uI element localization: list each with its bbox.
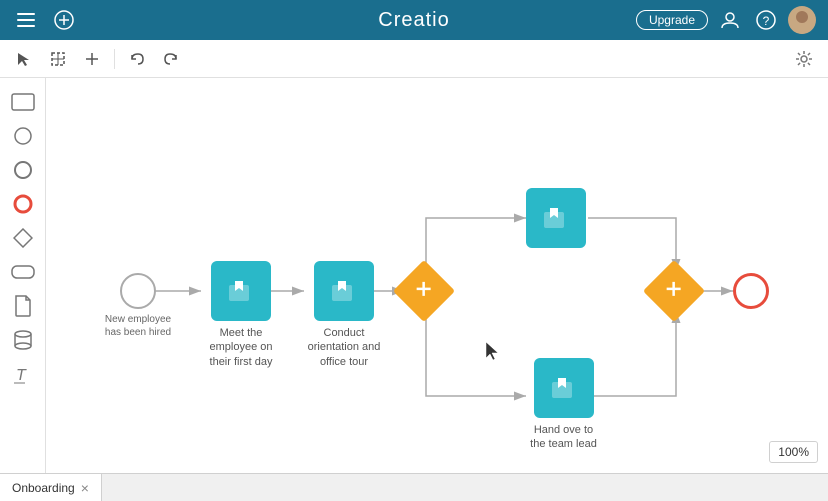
task4-box bbox=[534, 358, 594, 418]
shape-document[interactable] bbox=[9, 292, 37, 320]
task2-node[interactable]: Conduct orientation and office tour bbox=[304, 261, 384, 369]
left-sidebar: T bbox=[0, 78, 46, 473]
task3-node[interactable] bbox=[526, 188, 586, 248]
start-label: New employee has been hired bbox=[103, 313, 173, 339]
settings-button[interactable] bbox=[790, 45, 818, 73]
gateway2-shape bbox=[643, 260, 705, 322]
start-event[interactable]: New employee has been hired bbox=[103, 273, 173, 339]
shape-diamond[interactable] bbox=[9, 224, 37, 252]
shape-circle-outline[interactable] bbox=[9, 122, 37, 150]
end-circle-shape bbox=[733, 273, 769, 309]
app-title: Creatio bbox=[378, 9, 449, 31]
shape-text[interactable]: T bbox=[9, 360, 37, 388]
shape-circle-filled[interactable] bbox=[9, 156, 37, 184]
task3-box bbox=[526, 188, 586, 248]
task4-node[interactable]: Hand ove to the team lead bbox=[526, 358, 601, 452]
task1-node[interactable]: Meet the employee on their first day bbox=[201, 261, 281, 369]
undo-button[interactable] bbox=[123, 45, 151, 73]
canvas[interactable]: New employee has been hired Meet the emp… bbox=[46, 78, 828, 473]
cursor-indicator bbox=[484, 340, 504, 369]
toolbar bbox=[0, 40, 828, 78]
user-avatar[interactable] bbox=[788, 6, 816, 34]
svg-text:?: ? bbox=[763, 14, 770, 28]
add-icon[interactable] bbox=[50, 6, 78, 34]
hand-tool[interactable] bbox=[78, 45, 106, 73]
start-circle-shape bbox=[120, 273, 156, 309]
shape-rectangle[interactable] bbox=[9, 88, 37, 116]
task1-box bbox=[211, 261, 271, 321]
task1-label: Meet the employee on their first day bbox=[201, 326, 281, 369]
tab-onboarding[interactable]: Onboarding × bbox=[0, 474, 102, 501]
topbar: Creatio Upgrade ? bbox=[0, 0, 828, 40]
svg-text:T: T bbox=[16, 367, 27, 384]
bottom-tabs: Onboarding × bbox=[0, 473, 828, 501]
zoom-indicator: 100% bbox=[769, 441, 818, 463]
help-icon[interactable]: ? bbox=[752, 6, 780, 34]
end-event[interactable] bbox=[733, 273, 769, 309]
shape-rounded-rect[interactable] bbox=[9, 258, 37, 286]
tab-label: Onboarding bbox=[12, 481, 75, 495]
task2-label: Conduct orientation and office tour bbox=[304, 326, 384, 369]
gateway2-icon bbox=[665, 280, 683, 303]
user-icon[interactable] bbox=[716, 6, 744, 34]
gateway1-icon bbox=[415, 280, 433, 303]
redo-button[interactable] bbox=[157, 45, 185, 73]
gateway1-shape bbox=[393, 260, 455, 322]
gateway2-node[interactable] bbox=[652, 269, 696, 313]
task4-label: Hand ove to the team lead bbox=[526, 423, 601, 452]
tab-close-button[interactable]: × bbox=[81, 480, 89, 496]
shape-circle-red[interactable] bbox=[9, 190, 37, 218]
main-area: T bbox=[0, 78, 828, 473]
task2-box bbox=[314, 261, 374, 321]
upgrade-button[interactable]: Upgrade bbox=[636, 10, 708, 30]
menu-icon[interactable] bbox=[12, 6, 40, 34]
toolbar-separator bbox=[114, 49, 115, 69]
gateway1-node[interactable] bbox=[402, 269, 446, 313]
zoom-level: 100% bbox=[778, 445, 809, 459]
shape-cylinder[interactable] bbox=[9, 326, 37, 354]
select-tool[interactable] bbox=[10, 45, 38, 73]
marquee-tool[interactable] bbox=[44, 45, 72, 73]
